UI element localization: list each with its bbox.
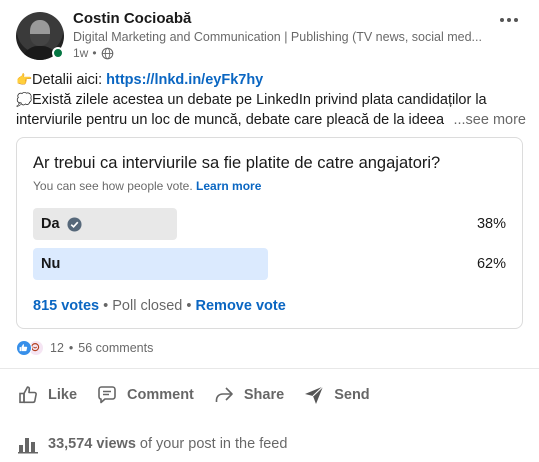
comment-icon (98, 386, 116, 404)
social-counts: 12 • 56 comments (16, 340, 153, 356)
remove-vote-button[interactable]: Remove vote (196, 298, 286, 314)
post-header: Costin Cocioabă Digital Marketing and Co… (16, 10, 523, 66)
thumbs-up-icon (19, 386, 37, 404)
author-headline: Digital Marketing and Communication | Pu… (73, 30, 482, 44)
divider (0, 368, 539, 369)
pointing-hand-icon: 👉 (16, 72, 33, 87)
online-status-indicator (52, 47, 64, 59)
votes-count-link[interactable]: 815 votes (33, 298, 99, 314)
poll-question: Ar trebui ca interviurile sa fie platite… (33, 154, 441, 172)
poll-option-da[interactable]: Da 38% (33, 208, 506, 240)
post-link[interactable]: https://lnkd.in/eyFk7hy (106, 72, 263, 88)
like-reaction-icon[interactable] (16, 340, 32, 356)
post-views[interactable]: 33,574 views of your post in the feed (16, 432, 287, 456)
post-meta: 1w • (73, 46, 114, 60)
author-name[interactable]: Costin Cocioabă (73, 10, 191, 27)
reactions-count[interactable]: 12 (50, 341, 64, 355)
like-button[interactable]: Like (8, 378, 85, 412)
checkmark-icon (67, 216, 82, 232)
poll-option-label: Da (41, 216, 60, 232)
poll-option-label: Nu (41, 256, 61, 272)
comment-button[interactable]: Comment (87, 378, 202, 412)
post-text: 👉Detalii aici: https://lnkd.in/eyFk7hy 💭… (16, 70, 526, 130)
poll-option-percent: 62% (476, 256, 506, 272)
see-more-button[interactable]: ...see more (447, 110, 526, 130)
poll-option-nu[interactable]: Nu 62% (33, 248, 506, 280)
share-button[interactable]: Share (204, 378, 292, 412)
speech-bubble-icon: 💭 (16, 92, 33, 107)
action-bar: Like Comment Share Send (8, 378, 380, 412)
poll-card: Ar trebui ca interviurile sa fie platite… (16, 137, 523, 329)
learn-more-link[interactable]: Learn more (196, 179, 261, 193)
share-icon (215, 387, 233, 402)
more-options-button[interactable] (495, 8, 523, 32)
views-count: 33,574 views (48, 436, 136, 452)
analytics-bar-icon (18, 438, 38, 454)
post-text-line: 👉Detalii aici: https://lnkd.in/eyFk7hy (16, 72, 264, 88)
send-icon (305, 386, 324, 404)
send-button[interactable]: Send (294, 378, 377, 412)
poll-option-percent: 38% (476, 216, 506, 232)
poll-result-bar (33, 248, 268, 280)
comments-count[interactable]: 56 comments (78, 341, 153, 355)
poll-status: Poll closed (112, 298, 183, 314)
poll-footer: 815 votes • Poll closed • Remove vote (33, 298, 286, 314)
post-time: 1w (73, 46, 89, 60)
globe-icon (101, 47, 113, 59)
post-text-line: 💭Există zilele acestea un debate pe Link… (16, 92, 487, 108)
poll-visibility-note: You can see how people vote. Learn more (33, 179, 262, 193)
